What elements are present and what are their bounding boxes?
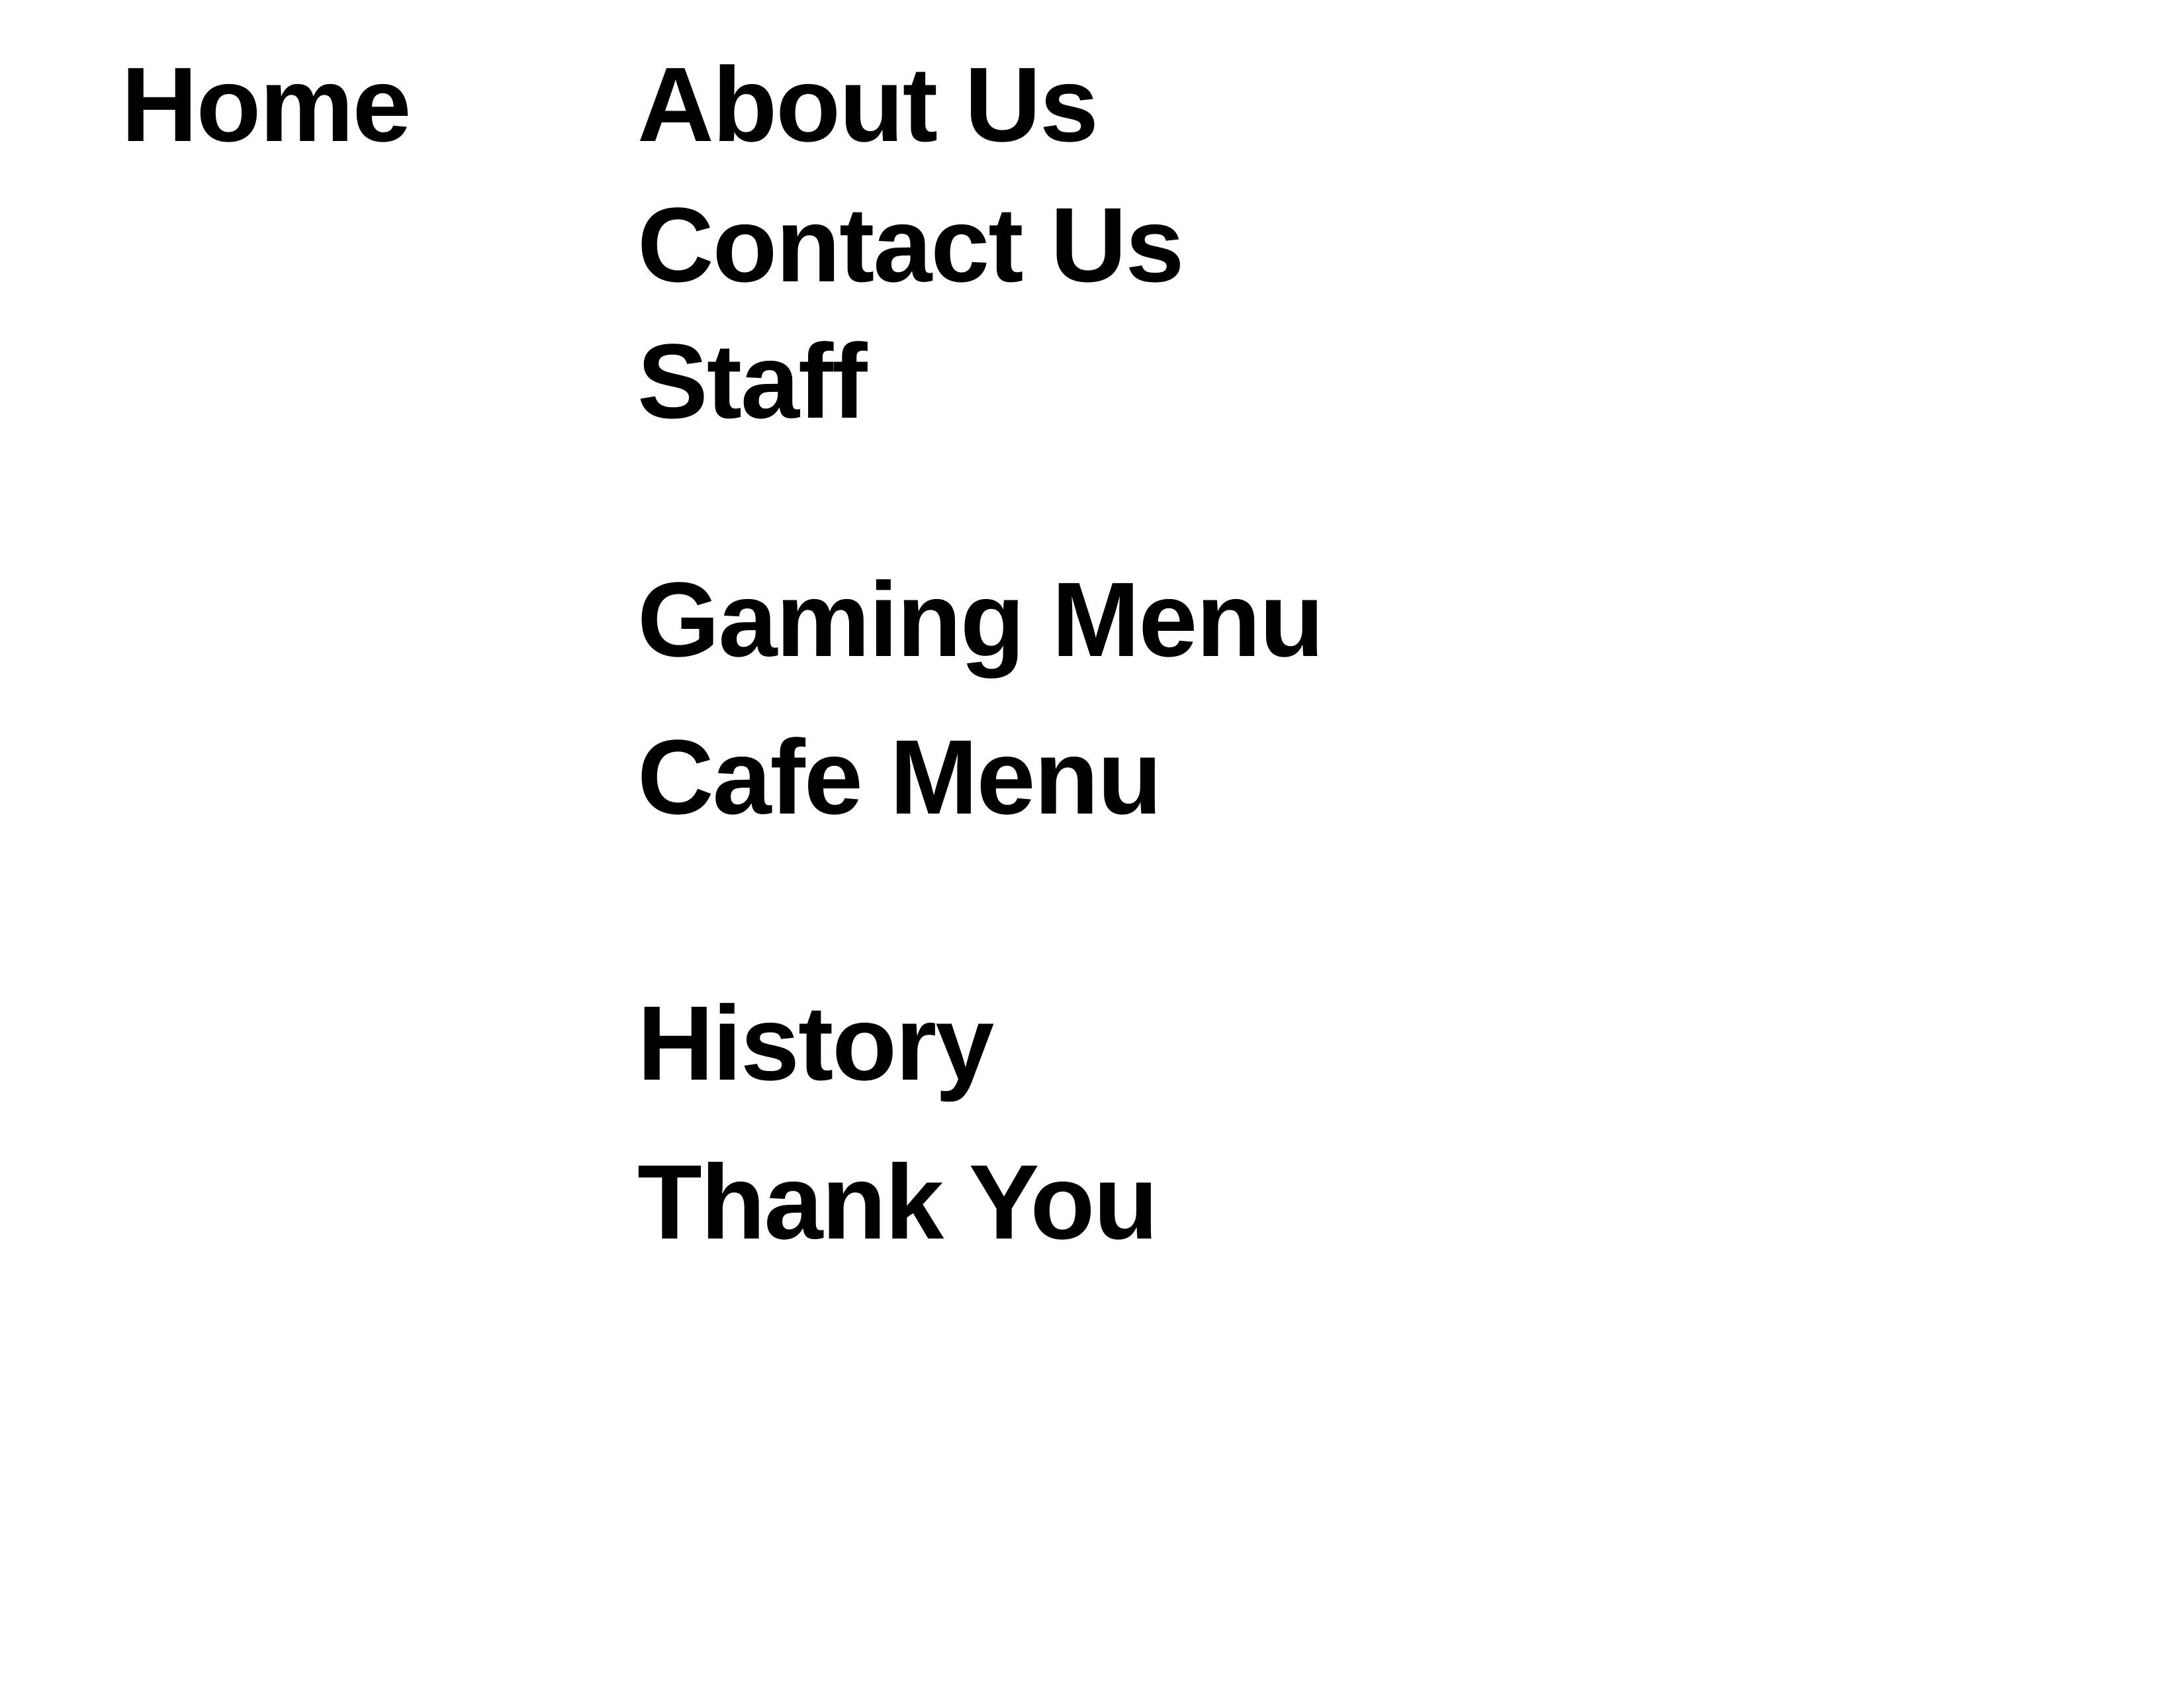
thank-you-page-label: Thank You [637,1143,1158,1261]
staff-page-label: Staff [637,322,868,440]
contact-us-page-label: Contact Us [637,185,1185,304]
about-us-page-label: About Us [637,45,1099,164]
home-page-label: Home [121,45,412,164]
cafe-menu-page-label: Cafe Menu [637,718,1162,836]
gaming-menu-page-label: Gaming Menu [637,560,1324,679]
history-page-label: History [637,984,994,1102]
